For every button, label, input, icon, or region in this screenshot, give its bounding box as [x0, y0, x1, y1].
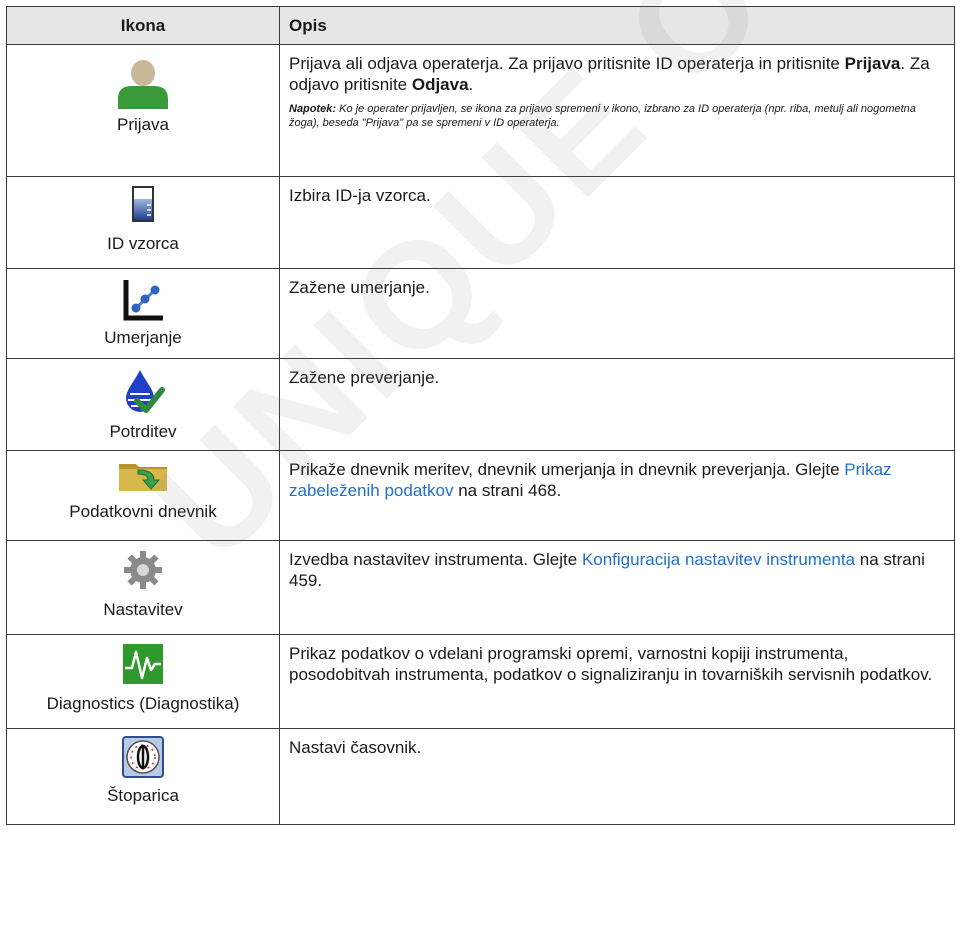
table-row: ID vzorca Izbira ID-ja vzorca. [6, 176, 955, 269]
row-description: Prikaže dnevnik meritev, dnevnik umerjan… [289, 460, 892, 500]
table-row: Potrditev Zažene preverjanje. [6, 358, 955, 451]
verification-icon [126, 370, 165, 413]
table-row: Podatkovni dnevnik Prikaže dnevnik merit… [6, 450, 955, 541]
row-description: Zažene umerjanje. [279, 268, 955, 359]
diagnostics-waveform-icon [123, 644, 163, 684]
icon-label: ID vzorca [107, 234, 179, 253]
table-row: Nastavitev Izvedba nastavitev instrument… [6, 540, 955, 635]
icon-label: Prijava [117, 115, 169, 134]
table-row: Diagnostics (Diagnostika) Prikaz podatko… [6, 634, 955, 729]
table-row: Prijava Prijava ali odjava operaterja. Z… [6, 44, 955, 177]
row-description: Izbira ID-ja vzorca. [279, 176, 955, 269]
icon-label: Potrditev [109, 422, 177, 441]
link-configure-settings[interactable]: Konfiguracija nastavitev instrumenta [582, 550, 855, 569]
table-header-row: Ikona Opis [6, 6, 955, 45]
icon-label: Podatkovni dnevnik [69, 502, 217, 521]
row-description: Nastavi časovnik. [279, 728, 955, 825]
icon-label: Diagnostics (Diagnostika) [46, 694, 240, 713]
table-row: Štoparica Nastavi časovnik. [6, 728, 955, 825]
icon-label: Štoparica [107, 786, 179, 805]
timer-icon [122, 736, 164, 778]
table-row: Umerjanje Zažene umerjanje. [6, 268, 955, 359]
person-icon [118, 60, 168, 109]
row-description: Zažene preverjanje. [279, 358, 955, 451]
gear-icon [124, 551, 162, 589]
column-header-icon: Ikona [6, 6, 280, 45]
note: Napotek: Ko je operater prijavljen, se i… [289, 103, 916, 129]
icon-label: Nastavitev [103, 600, 183, 619]
icon-label: Umerjanje [104, 328, 182, 347]
icon-table: Ikona Opis Prijava Prijava ali odjava op… [6, 6, 955, 825]
row-description: Izvedba nastavitev instrumenta. Glejte K… [289, 550, 925, 590]
calibration-icon [123, 280, 163, 321]
beaker-icon [132, 186, 154, 222]
row-description: Prijava ali odjava operaterja. Za prijav… [289, 54, 930, 94]
data-log-folder-icon [119, 464, 167, 491]
column-header-description: Opis [279, 6, 955, 45]
row-description: Prikaz podatkov o vdelani programski opr… [279, 634, 955, 729]
